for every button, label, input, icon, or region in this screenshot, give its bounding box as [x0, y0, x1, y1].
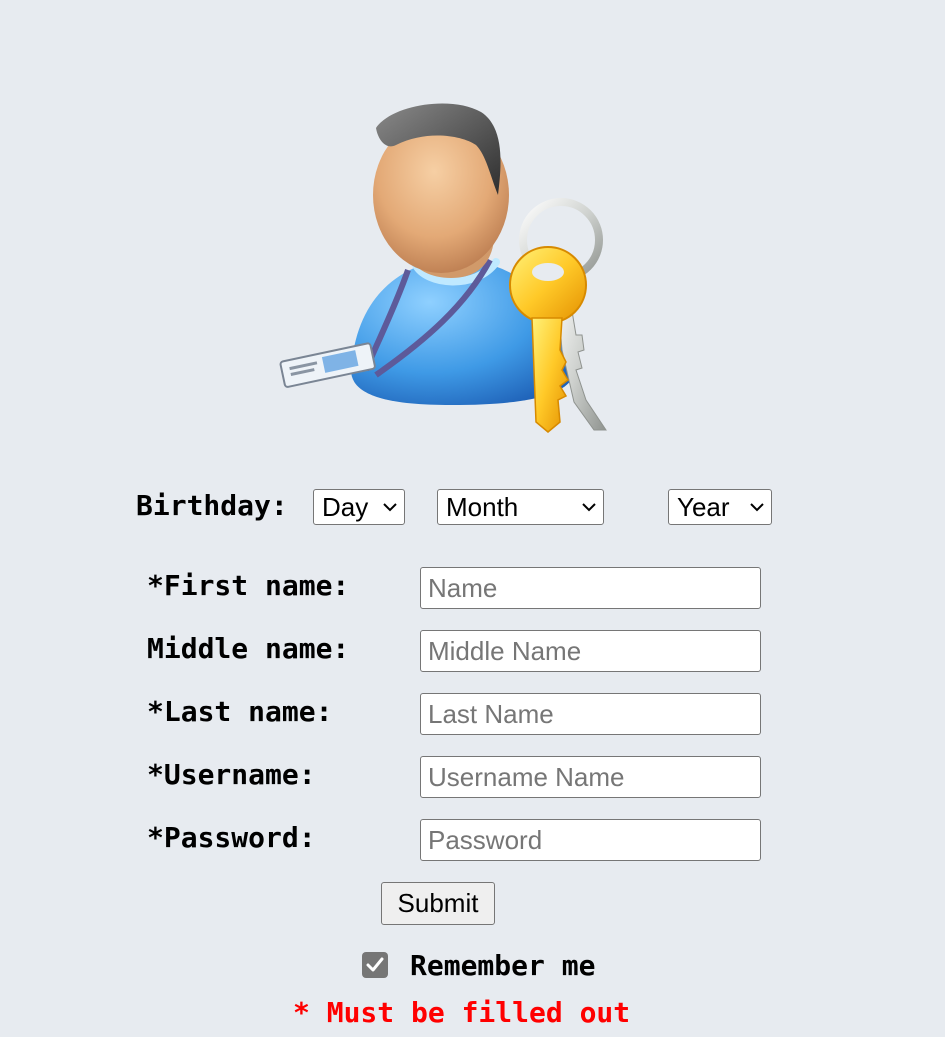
chevron-down-icon — [582, 503, 596, 512]
user-with-keys-icon — [279, 103, 607, 433]
last-name-input[interactable] — [420, 693, 761, 735]
submit-button[interactable]: Submit — [381, 882, 495, 925]
first-name-input[interactable] — [420, 567, 761, 609]
chevron-down-icon — [383, 503, 397, 512]
year-select[interactable]: Year — [668, 489, 772, 525]
middle-name-label: Middle name: — [147, 632, 350, 665]
month-select[interactable]: Month — [437, 489, 604, 525]
checkmark-icon — [366, 957, 384, 972]
remember-me-label: Remember me — [410, 949, 596, 982]
password-input[interactable] — [420, 819, 761, 861]
remember-me-checkbox[interactable] — [362, 952, 388, 978]
birthday-label: Birthday: — [136, 489, 288, 522]
username-label: *Username: — [147, 758, 316, 791]
username-input[interactable] — [420, 756, 761, 798]
day-select-value: Day — [322, 492, 369, 522]
first-name-label: *First name: — [147, 569, 350, 602]
required-note: * Must be filled out — [293, 996, 631, 1029]
month-select-value: Month — [446, 492, 519, 522]
middle-name-input[interactable] — [420, 630, 761, 672]
year-select-value: Year — [677, 492, 730, 522]
day-select[interactable]: Day — [313, 489, 405, 525]
password-label: *Password: — [147, 821, 316, 854]
last-name-label: *Last name: — [147, 695, 333, 728]
chevron-down-icon — [750, 503, 764, 512]
